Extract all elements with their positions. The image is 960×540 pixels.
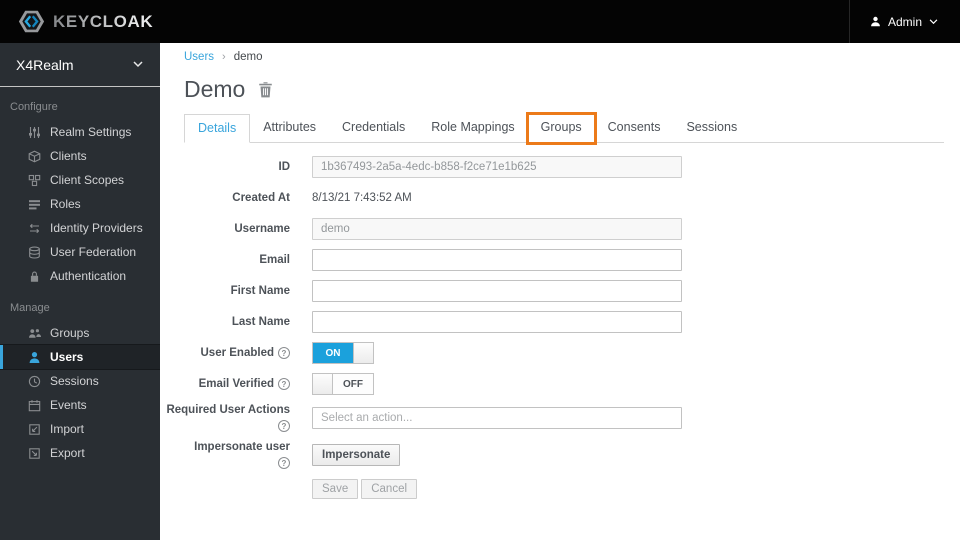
sidebar-item-label: Identity Providers: [50, 221, 143, 235]
impersonate-button[interactable]: Impersonate: [312, 444, 401, 466]
sidebar-item-label: Users: [50, 350, 84, 364]
tab-credentials[interactable]: Credentials: [329, 114, 418, 143]
sidebar-item-label: Client Scopes: [50, 173, 125, 187]
export-icon: [28, 447, 41, 460]
toggle-handle: [353, 343, 373, 363]
database-icon: [28, 246, 41, 259]
sidebar-item-groups[interactable]: Groups: [0, 321, 160, 345]
users-group-icon: [28, 327, 41, 340]
cancel-button[interactable]: Cancel: [361, 479, 418, 499]
breadcrumb: Users demo: [184, 51, 944, 63]
exchange-arrows-icon: [28, 222, 41, 235]
realm-name: X4Realm: [16, 56, 74, 73]
email-field[interactable]: [312, 249, 682, 271]
sidebar-item-events[interactable]: Events: [0, 393, 160, 417]
lock-icon: [28, 270, 41, 283]
person-icon: [870, 16, 881, 27]
user-enabled-label: User Enabled: [200, 347, 275, 359]
sidebar-item-import[interactable]: Import: [0, 417, 160, 441]
tab-consents[interactable]: Consents: [595, 114, 674, 143]
tab-role-mappings[interactable]: Role Mappings: [418, 114, 527, 143]
sidebar-nav: X4Realm Configure Realm Settings Clients: [0, 43, 160, 540]
last-name-field[interactable]: [312, 311, 682, 333]
username-label: Username: [234, 223, 290, 235]
realm-selector[interactable]: X4Realm: [0, 43, 160, 87]
sidebar-item-label: Groups: [50, 326, 90, 340]
required-user-actions-label: Required User Actions: [166, 404, 290, 416]
first-name-label: First Name: [230, 285, 290, 297]
sidebar-item-label: Clients: [50, 149, 87, 163]
sidebar-item-label: Realm Settings: [50, 125, 132, 139]
sidebar-item-label: Authentication: [50, 269, 127, 283]
page-title: Demo: [184, 76, 246, 102]
required-actions-select[interactable]: [312, 407, 682, 429]
admin-username: Admin: [887, 14, 922, 29]
last-name-label: Last Name: [231, 316, 290, 328]
created-at-value: 8/13/21 7:43:52 AM: [312, 192, 412, 204]
admin-menu[interactable]: Admin: [848, 0, 960, 43]
list-bars-icon: [28, 198, 41, 211]
sidebar-item-users[interactable]: Users: [0, 345, 160, 369]
sidebar-item-label: Import: [50, 422, 85, 436]
user-enabled-toggle[interactable]: ON: [312, 342, 374, 364]
created-at-label: Created At: [232, 192, 290, 204]
sidebar-item-sessions[interactable]: Sessions: [0, 369, 160, 393]
tab-details[interactable]: Details: [184, 114, 251, 143]
chevron-down-icon: [133, 61, 143, 68]
toggle-handle: [313, 374, 333, 394]
sidebar-item-label: Events: [50, 398, 87, 412]
sidebar-item-label: Export: [50, 446, 85, 460]
sidebar-item-authentication[interactable]: Authentication: [0, 264, 160, 288]
help-icon[interactable]: [278, 347, 290, 359]
trash-icon[interactable]: [258, 81, 273, 98]
help-icon[interactable]: [278, 378, 290, 390]
username-field[interactable]: [312, 218, 682, 240]
sidebar-item-label: Roles: [50, 197, 81, 211]
id-field[interactable]: [312, 156, 682, 178]
help-icon[interactable]: [278, 457, 290, 469]
brand-title: KEYCLOAK: [53, 11, 154, 31]
toggle-off-label: OFF: [333, 374, 373, 394]
chevron-down-icon: [929, 18, 938, 25]
user-icon: [28, 351, 41, 364]
sidebar-item-label: Sessions: [50, 374, 99, 388]
calendar-icon: [28, 399, 41, 412]
breadcrumb-separator-icon: [214, 51, 234, 63]
sidebar-item-export[interactable]: Export: [0, 441, 160, 465]
breadcrumb-users-link[interactable]: Users: [184, 51, 214, 63]
sidebar-section-configure: Configure: [10, 101, 58, 113]
keycloak-logo[interactable]: KEYCLOAK: [0, 8, 153, 35]
user-tabs: Details Attributes Credentials Role Mapp…: [184, 112, 944, 145]
sliders-icon: [28, 126, 41, 139]
help-icon[interactable]: [278, 420, 290, 432]
email-verified-toggle[interactable]: OFF: [312, 373, 374, 395]
sidebar-item-realm-settings[interactable]: Realm Settings: [0, 120, 160, 144]
email-label: Email: [259, 254, 290, 266]
user-details-form: ID Created At 8/13/21 7:43:52 AM Usernam…: [166, 156, 944, 500]
sidebar-item-client-scopes[interactable]: Client Scopes: [0, 168, 160, 192]
cubes-icon: [28, 174, 41, 187]
main-content: Users demo Demo Details Attributes Crede…: [160, 43, 960, 540]
save-button[interactable]: Save: [312, 479, 359, 499]
impersonate-user-label: Impersonate user: [194, 441, 290, 453]
sidebar-item-identity-providers[interactable]: Identity Providers: [0, 216, 160, 240]
import-icon: [28, 423, 41, 436]
breadcrumb-current: demo: [233, 51, 263, 63]
sidebar-item-user-federation[interactable]: User Federation: [0, 240, 160, 264]
keycloak-logo-icon: [18, 8, 45, 35]
clock-icon: [28, 375, 41, 388]
sidebar-item-label: User Federation: [50, 245, 137, 259]
tab-attributes[interactable]: Attributes: [250, 114, 329, 143]
sidebar-item-roles[interactable]: Roles: [0, 192, 160, 216]
sidebar-item-clients[interactable]: Clients: [0, 144, 160, 168]
cube-icon: [28, 150, 41, 163]
sidebar-section-manage: Manage: [10, 302, 50, 314]
id-label: ID: [278, 161, 291, 173]
tab-groups[interactable]: Groups: [525, 112, 597, 145]
tab-sessions[interactable]: Sessions: [673, 114, 750, 143]
first-name-field[interactable]: [312, 280, 682, 302]
email-verified-label: Email Verified: [198, 378, 274, 390]
toggle-on-label: ON: [313, 343, 353, 363]
top-header-bar: KEYCLOAK Admin: [0, 0, 960, 43]
